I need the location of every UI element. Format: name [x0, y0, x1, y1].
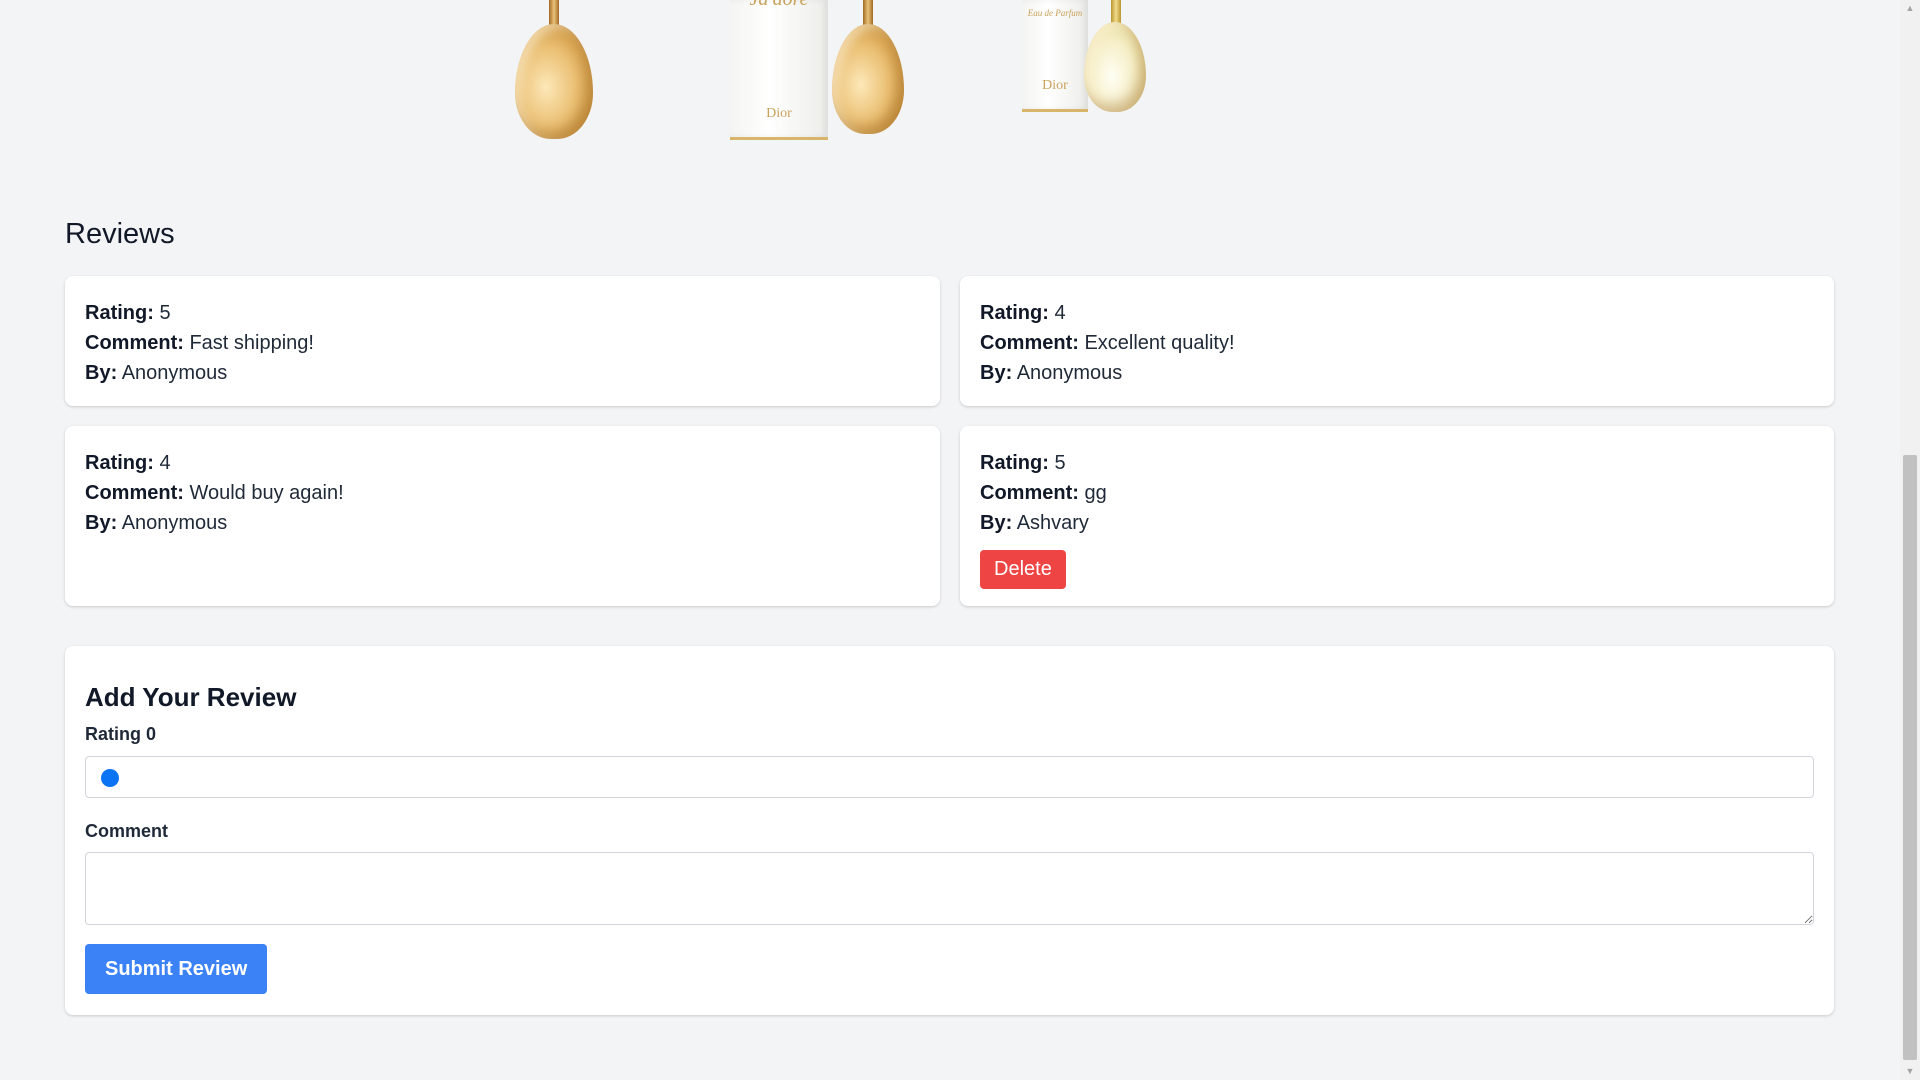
scrollbar-thumb[interactable] — [1903, 455, 1917, 1060]
comment-value: Fast shipping! — [189, 332, 314, 354]
by-label: By: — [85, 512, 118, 534]
product-image-2[interactable]: Ja'dore Dior — [725, 0, 910, 145]
perfume-bottle — [515, 24, 593, 139]
reviews-title: Reviews — [65, 218, 175, 250]
rating-value: 4 — [159, 452, 171, 474]
review-comment: Comment: Fast shipping! — [85, 328, 920, 358]
comment-value: gg — [1084, 482, 1107, 504]
review-rating: Rating: 4 — [980, 298, 1814, 328]
review-rating: Rating: 4 — [85, 448, 920, 478]
comment-label: Comment: — [980, 332, 1079, 354]
product-image-gallery: Ja'dore Dior Eau de Parfum Dior — [0, 0, 1900, 145]
rating-value: 5 — [159, 302, 171, 324]
comment-value: Excellent quality! — [1084, 332, 1235, 354]
perfume-bottle — [1084, 22, 1146, 112]
by-label: By: — [980, 512, 1013, 534]
author-value: Anonymous — [121, 362, 228, 384]
product-image-1[interactable] — [500, 0, 610, 145]
rating-slider-thumb[interactable] — [101, 769, 119, 787]
form-title: Add Your Review — [85, 682, 297, 712]
scroll-down-icon[interactable]: ▼ — [1900, 1063, 1920, 1080]
add-review-form: Add Your Review Rating 0 Comment Submit … — [65, 646, 1834, 1015]
comment-label: Comment: — [85, 332, 184, 354]
review-rating: Rating: 5 — [85, 298, 920, 328]
box-brand-text: Dior — [1042, 78, 1068, 93]
box-subtitle-text: Eau de Parfum — [1027, 8, 1083, 18]
review-card: Rating: 4 Comment: Would buy again! By: … — [65, 426, 940, 606]
rating-label: Rating: — [980, 452, 1049, 474]
by-label: By: — [85, 362, 118, 384]
rating-field-label: Rating 0 — [85, 724, 157, 744]
submit-review-button[interactable]: Submit Review — [85, 944, 268, 994]
perfume-bottle — [832, 24, 904, 134]
review-comment: Comment: Excellent quality! — [980, 328, 1814, 358]
comment-label: Comment: — [980, 482, 1079, 504]
by-label: By: — [980, 362, 1013, 384]
perfume-box: Ja'dore Dior — [730, 0, 828, 140]
review-card: Rating: 5 Comment: Fast shipping! By: An… — [65, 276, 940, 406]
comment-label: Comment: — [85, 482, 184, 504]
comment-field-label: Comment — [85, 821, 169, 841]
review-author: By: Anonymous — [85, 358, 920, 388]
rating-label: Rating: — [980, 302, 1049, 324]
review-author: By: Anonymous — [85, 508, 920, 538]
review-author: By: Anonymous — [980, 358, 1814, 388]
rating-slider[interactable] — [85, 756, 1814, 798]
box-brand-text: Dior — [766, 106, 792, 121]
review-author: By: Ashvary — [980, 508, 1814, 538]
author-value: Ashvary — [1016, 512, 1089, 534]
product-image-3[interactable]: Eau de Parfum Dior — [1020, 0, 1150, 145]
review-card: Rating: 4 Comment: Excellent quality! By… — [960, 276, 1834, 406]
rating-label: Rating: — [85, 302, 154, 324]
box-script-text: Ja'dore — [730, 0, 828, 11]
rating-value: 5 — [1054, 452, 1066, 474]
comment-value: Would buy again! — [189, 482, 344, 504]
delete-review-button[interactable]: Delete — [980, 550, 1066, 589]
perfume-box: Eau de Parfum Dior — [1022, 0, 1088, 112]
review-rating: Rating: 5 — [980, 448, 1814, 478]
page: Ja'dore Dior Eau de Parfum Dior Reviews … — [0, 0, 1900, 1080]
rating-label: Rating: — [85, 452, 154, 474]
comment-textarea[interactable] — [85, 852, 1814, 925]
page-scrollbar[interactable]: ▲ ▼ — [1900, 0, 1920, 1080]
review-comment: Comment: Would buy again! — [85, 478, 920, 508]
rating-value: 4 — [1054, 302, 1066, 324]
review-card: Rating: 5 Comment: gg By: Ashvary Delete — [960, 426, 1834, 606]
author-value: Anonymous — [1016, 362, 1123, 384]
author-value: Anonymous — [121, 512, 228, 534]
scroll-up-icon[interactable]: ▲ — [1900, 0, 1920, 17]
review-comment: Comment: gg — [980, 478, 1814, 508]
